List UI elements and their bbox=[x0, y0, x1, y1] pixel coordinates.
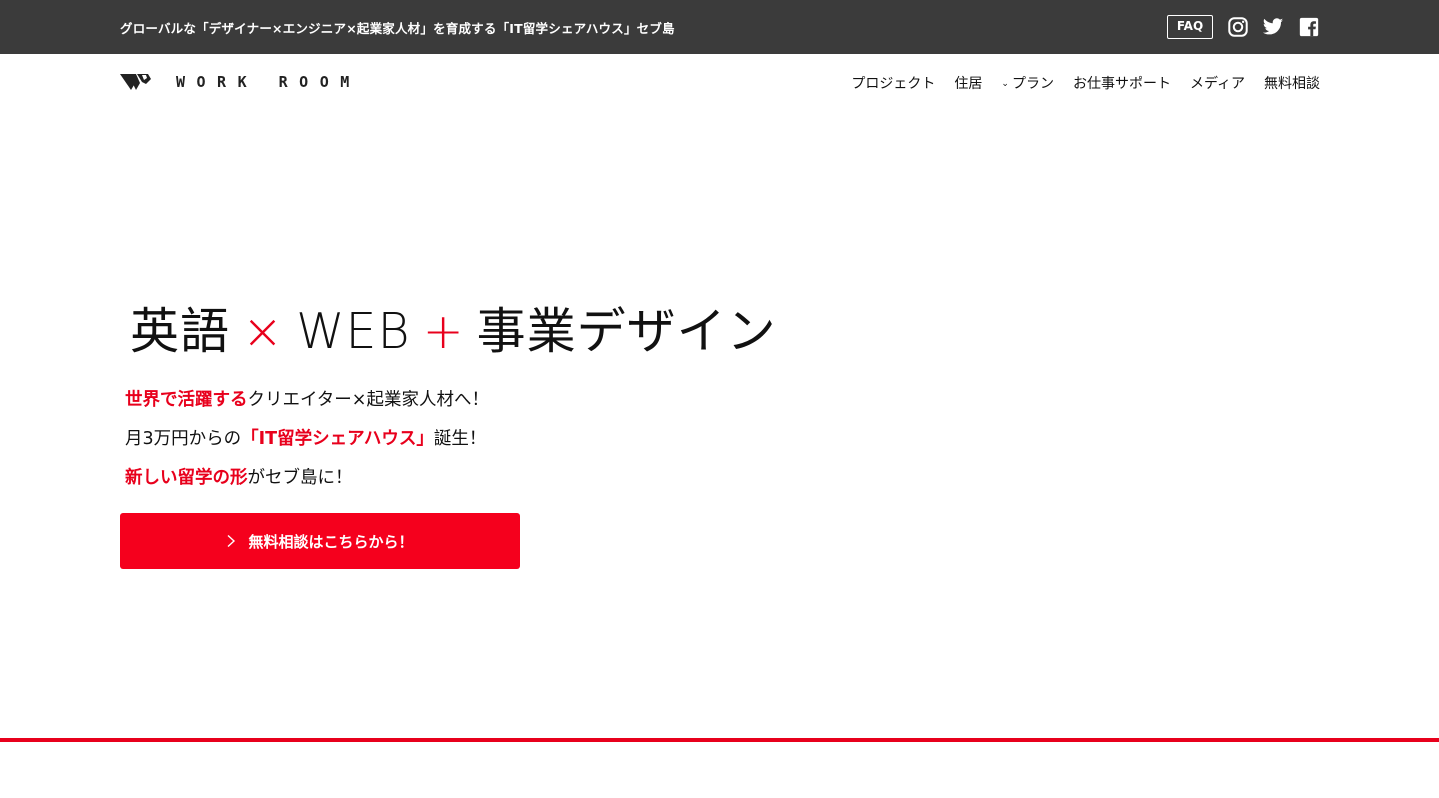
nav-item-media[interactable]: メディア bbox=[1190, 73, 1245, 93]
hero-line-1: 世界で活躍するクリエイター×起業家人材へ！ bbox=[125, 386, 489, 411]
nav-item-work-support[interactable]: お仕事サポート bbox=[1073, 73, 1171, 93]
hero-title-web: WEB bbox=[296, 303, 411, 360]
hero-title-plus: + bbox=[422, 303, 465, 360]
twitter-icon[interactable] bbox=[1262, 16, 1284, 38]
logo[interactable]: WORK ROOM bbox=[120, 72, 361, 92]
workroom-logo-mark bbox=[120, 74, 151, 90]
faq-button[interactable]: FAQ bbox=[1167, 15, 1213, 39]
hero-title-english: 英語 bbox=[130, 303, 231, 360]
chevron-down-icon: ⌄ bbox=[1001, 79, 1009, 89]
nav-item-free-consultation[interactable]: 無料相談 bbox=[1264, 73, 1320, 93]
section-divider bbox=[0, 738, 1439, 742]
logo-text: WORK ROOM bbox=[176, 73, 361, 91]
nav-item-plan-label: プラン bbox=[1011, 76, 1054, 92]
free-consultation-button-label: 無料相談はこちらから！ bbox=[248, 532, 414, 551]
hero-line-2-post: 誕生！ bbox=[433, 429, 487, 449]
hero-line-1-text: クリエイター×起業家人材へ！ bbox=[247, 390, 489, 410]
hero-title-business-design: 事業デザイン bbox=[476, 303, 777, 360]
hero-line-2-highlight: 「IT留学シェアハウス」 bbox=[241, 429, 434, 449]
hero-line-2: 月3万円からの「IT留学シェアハウス」誕生！ bbox=[125, 425, 486, 450]
hero-title-times: × bbox=[242, 303, 285, 360]
nav-item-project[interactable]: プロジェクト bbox=[851, 73, 935, 93]
hero-line-3: 新しい留学の形がセブ島に！ bbox=[125, 464, 353, 489]
free-consultation-button[interactable]: 無料相談はこちらから！ bbox=[120, 513, 520, 569]
hero-line-3-text: がセブ島に！ bbox=[247, 468, 353, 488]
topbar-tagline: グローバルな「デザイナー×エンジニア×起業家人材」を育成する「IT留学シェアハウ… bbox=[120, 21, 675, 36]
top-bar: グローバルな「デザイナー×エンジニア×起業家人材」を育成する「IT留学シェアハウ… bbox=[0, 0, 1439, 54]
instagram-icon[interactable] bbox=[1227, 16, 1249, 38]
hero-line-1-highlight: 世界で活躍する bbox=[125, 390, 248, 410]
nav-item-plan[interactable]: ⌄ プラン bbox=[1001, 73, 1054, 93]
facebook-icon[interactable] bbox=[1298, 16, 1320, 38]
nav-menu: プロジェクト 住居 ⌄ プラン お仕事サポート メディア 無料相談 bbox=[851, 73, 1320, 93]
hero-title: 英語 × WEB + 事業デザイン bbox=[130, 292, 777, 363]
main-navbar: WORK ROOM プロジェクト 住居 ⌄ プラン お仕事サポート メディア 無… bbox=[0, 54, 1439, 110]
hero-line-3-highlight: 新しい留学の形 bbox=[125, 468, 248, 488]
nav-item-housing[interactable]: 住居 bbox=[954, 73, 982, 93]
chevron-right-icon bbox=[228, 534, 236, 548]
hero-line-2-pre: 月3万円からの bbox=[125, 429, 242, 449]
